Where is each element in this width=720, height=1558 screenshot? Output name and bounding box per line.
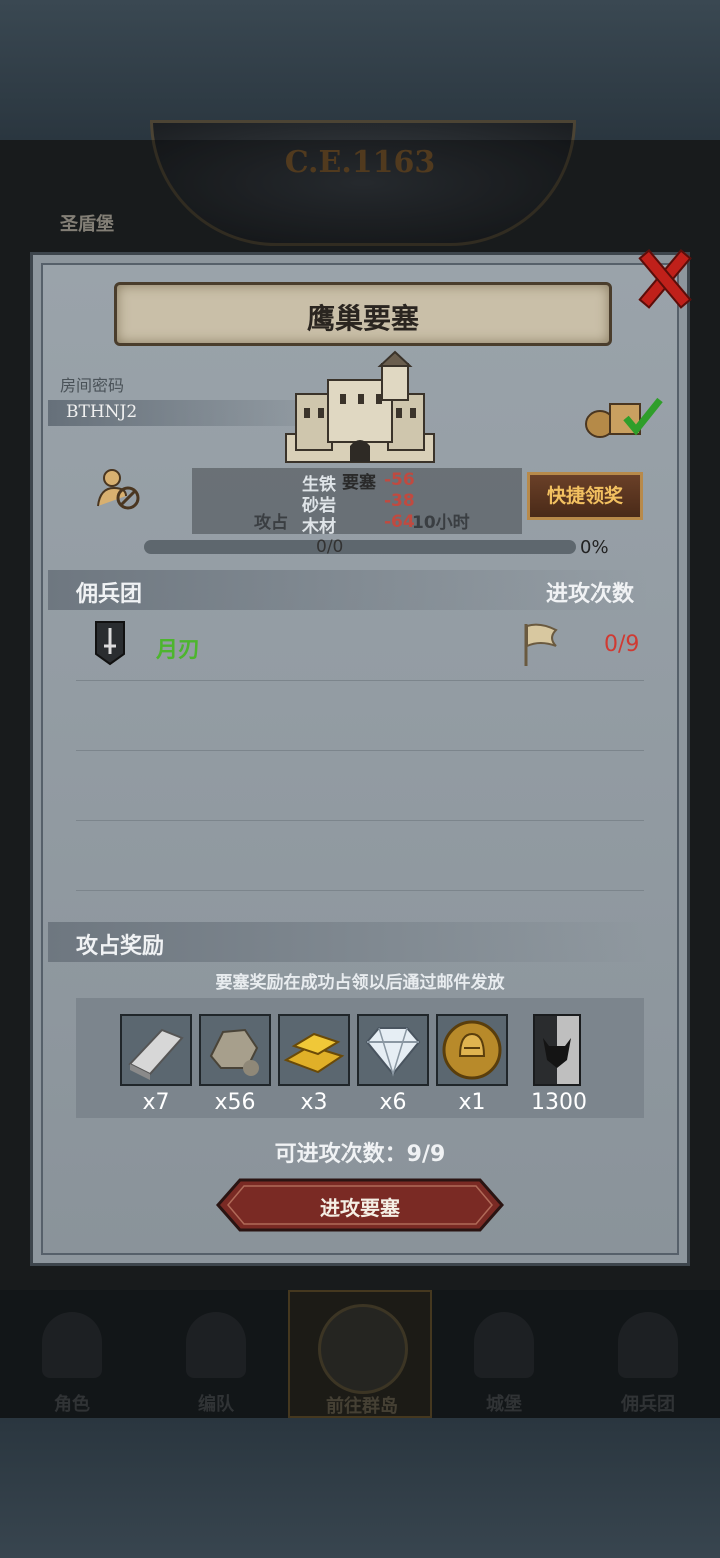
quick-claim-button[interactable]: 快捷领奖 — [527, 472, 643, 520]
reward-qty: x3 — [300, 1090, 328, 1115]
dialog-title: 鹰巢要塞 — [306, 302, 419, 335]
duration-text: 10小时 — [412, 513, 470, 533]
attack-hint: 攻占 — [254, 513, 288, 533]
mercenary-name[interactable]: 月刃 — [156, 632, 200, 664]
attack-fortress-button[interactable]: 进攻要塞 — [216, 1178, 504, 1232]
room-password-label: 房间密码 — [60, 376, 125, 395]
row-divider — [76, 680, 644, 681]
diamond-icon[interactable] — [357, 1014, 429, 1086]
reward-qty: x1 — [458, 1090, 486, 1115]
fortress-label: 要塞 — [342, 473, 376, 493]
silver-ingot-icon[interactable] — [120, 1014, 192, 1086]
row-divider — [76, 750, 644, 751]
helmet-medal-icon[interactable] — [436, 1014, 508, 1086]
reward-claimed-icon — [585, 397, 663, 438]
attack-fortress-label: 进攻要塞 — [320, 1196, 400, 1220]
fortress-icon — [285, 350, 435, 463]
progress-text: 0/0 — [316, 537, 344, 557]
attack-count-header: 进攻次数 — [546, 582, 635, 607]
progress-percent: 0% — [580, 537, 609, 558]
row-divider — [76, 890, 644, 891]
reward-qty: x7 — [142, 1090, 170, 1115]
reward-qty: x56 — [214, 1090, 256, 1115]
iron-cost: -56 — [384, 470, 415, 490]
wood-cost: -64 — [384, 512, 415, 532]
dialog-title-bar: 鹰巢要塞 — [114, 282, 612, 346]
bull-banner-icon[interactable] — [533, 1014, 581, 1086]
reward-qty: 1300 — [531, 1090, 587, 1115]
mercenary-header: 佣兵团 — [76, 582, 143, 607]
bottom-letterbox — [0, 1418, 720, 1558]
wood-label: 木材 — [302, 517, 336, 537]
mercenary-attack-count: 0/9 — [604, 632, 640, 657]
stone-ore-icon[interactable] — [199, 1014, 271, 1086]
occupy-progress-bar — [144, 540, 576, 554]
remaining-attempts: 可进攻次数：9/9 — [274, 1142, 446, 1167]
top-letterbox — [0, 0, 720, 140]
close-button[interactable] — [636, 249, 692, 309]
room-code: BTHNJ2 — [66, 402, 138, 422]
reward-header: 攻占奖励 — [76, 934, 165, 959]
reward-note: 要塞奖励在成功占领以后通过邮件发放 — [215, 973, 505, 993]
reward-qty: x6 — [379, 1090, 407, 1115]
sandstone-cost: -38 — [384, 491, 415, 511]
gold-bars-icon[interactable] — [278, 1014, 350, 1086]
guild-shield-icon — [95, 621, 125, 666]
no-user-icon — [97, 469, 140, 510]
row-divider — [76, 820, 644, 821]
flag-icon — [524, 623, 558, 666]
